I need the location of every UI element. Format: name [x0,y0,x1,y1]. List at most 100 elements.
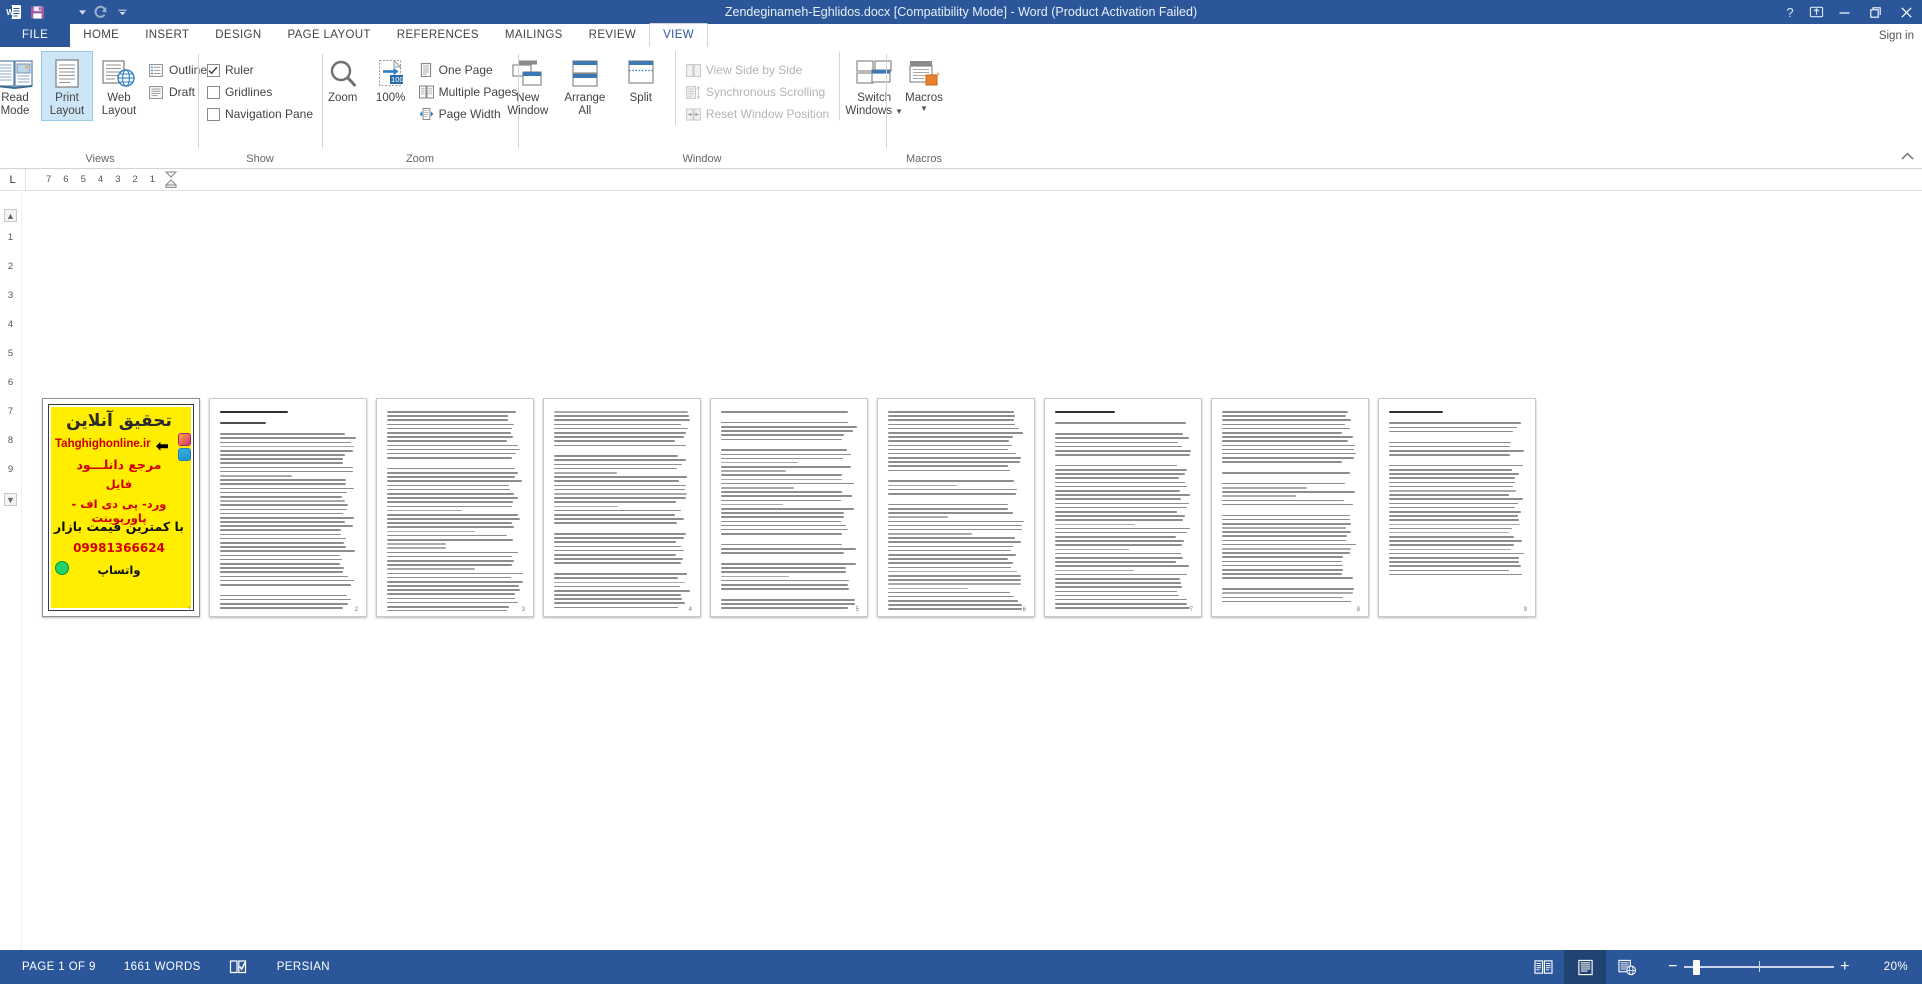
zoom-out-button[interactable]: − [1662,959,1684,975]
horizontal-ruler-bar[interactable]: L 7 6 5 4 3 2 1 [0,168,1922,191]
page-thumbnail-3[interactable]: 3 [376,398,534,617]
text-line [554,472,617,474]
tab-page-layout[interactable]: PAGE LAYOUT [274,23,383,47]
sign-in-link[interactable]: Sign in [1879,24,1914,48]
tab-design[interactable]: DESIGN [202,23,274,47]
horizontal-ruler[interactable]: 7 6 5 4 3 2 1 [46,171,219,188]
word-count[interactable]: 1661 WORDS [110,950,215,984]
v-ruler-mark-7: 7 [7,406,14,417]
text-line [721,516,845,518]
print-layout-view-button[interactable] [1564,950,1606,984]
page-thumbnail-2[interactable]: 2 [209,398,367,617]
page-thumbnail-6[interactable]: 6 [877,398,1035,617]
navigation-pane-checkbox[interactable] [206,107,220,121]
page-5-content [716,404,862,611]
text-line [721,411,848,413]
macros-button[interactable]: Macros ▼ [894,51,954,116]
text-line [220,422,267,424]
text-line [387,606,509,608]
arrange-all-button[interactable]: Arrange All [557,51,613,121]
help-button[interactable]: ? [1777,0,1803,24]
navigation-pane-checkbox-row[interactable]: Navigation Pane [203,103,317,125]
save-icon[interactable] [24,0,50,24]
redo-icon[interactable] [88,0,114,24]
quick-access-toolbar[interactable]: W [0,0,130,24]
zoom-slider[interactable]: − + [1662,959,1856,975]
zoom-slider-track[interactable] [1684,960,1834,975]
minimize-button[interactable] [1829,0,1860,24]
text-line [721,524,846,527]
ruler-checkbox-row[interactable]: Ruler [203,59,317,81]
page-thumbnail-4[interactable]: 4 [543,398,701,617]
text-line [387,555,513,558]
page-thumbnail-8[interactable]: 8 [1211,398,1369,617]
print-layout-icon [52,56,82,92]
page-thumbnail-9[interactable]: 9 [1378,398,1536,617]
text-line [1389,502,1518,505]
language-indicator[interactable]: PERSIAN [263,950,344,984]
text-line [1055,411,1115,414]
text-line [721,482,855,485]
scroll-up-button[interactable]: ▲ [4,209,17,222]
text-line [1222,577,1353,579]
indent-markers[interactable] [164,171,207,188]
read-mode-view-button[interactable] [1522,950,1564,984]
status-bar-left: PAGE 1 OF 9 1661 WORDS PERSIAN [0,950,344,984]
zoom-100-label: 100% [375,92,406,104]
macros-chevron-down-icon[interactable]: ▼ [920,105,928,113]
page-6-lines [888,409,1024,611]
ribbon: Read Mode Print Layout Web Layout Outlin… [0,48,1922,169]
page-indicator[interactable]: PAGE 1 OF 9 [8,950,110,984]
restore-button[interactable] [1860,0,1891,24]
tab-view[interactable]: VIEW [649,23,708,47]
gridlines-checkbox-row[interactable]: Gridlines [203,81,317,103]
tab-stop-selector[interactable]: L [0,168,26,191]
text-line [220,470,354,473]
zoom-slider-thumb[interactable] [1693,960,1700,975]
tab-home[interactable]: HOME [70,23,132,47]
tab-review[interactable]: REVIEW [576,23,649,47]
tab-file[interactable]: FILE [0,23,71,47]
read-mode-label-1: Read [1,92,29,104]
scroll-down-button[interactable]: ▼ [4,493,17,506]
customize-qat-icon[interactable] [114,0,130,24]
zoom-button[interactable]: Zoom [319,51,367,108]
ruler-checkbox[interactable] [206,63,220,77]
new-window-button[interactable]: New Window [499,51,557,121]
text-line [1055,590,1177,593]
page-4-content [549,404,695,611]
undo-dropdown-icon[interactable] [76,0,88,24]
text-line [888,492,1017,495]
page-thumbnail-1[interactable]: تحقیق آنلاین Tahghighonline.ir ⬅ مرجع دا… [42,398,200,617]
text-line [1055,573,1188,576]
proofing-errors-icon[interactable] [215,950,263,984]
text-line [1389,426,1517,429]
undo-icon[interactable] [50,0,76,24]
web-layout-view-button[interactable] [1606,950,1648,984]
split-button[interactable]: Split [613,51,669,108]
print-layout-button[interactable]: Print Layout [40,51,93,121]
close-button[interactable] [1891,0,1922,24]
web-layout-button[interactable]: Web Layout [93,51,145,121]
gridlines-checkbox[interactable] [206,85,220,99]
text-line [387,497,518,499]
zoom-level-label[interactable]: 20% [1866,961,1908,973]
text-line [387,564,512,566]
zoom-100-button[interactable]: 100 100% [367,51,415,108]
page-thumbnail-5[interactable]: 5 [710,398,868,617]
text-line [1055,449,1191,452]
text-line [220,529,342,532]
tab-references[interactable]: REFERENCES [384,23,492,47]
page-thumbnail-7[interactable]: 7 [1044,398,1202,617]
ribbon-display-options-icon[interactable] [1803,0,1829,24]
text-line [1055,540,1185,542]
text-line [554,411,689,413]
read-mode-button[interactable]: Read Mode [0,51,41,121]
vertical-ruler[interactable]: ▲ 1 2 3 4 5 6 7 8 9 ▼ [0,191,22,984]
tab-insert[interactable]: INSERT [132,23,202,47]
text-line [554,423,682,426]
zoom-in-button[interactable]: + [1834,959,1856,975]
tab-mailings[interactable]: MAILINGS [492,23,576,47]
collapse-ribbon-button[interactable] [1901,152,1914,164]
